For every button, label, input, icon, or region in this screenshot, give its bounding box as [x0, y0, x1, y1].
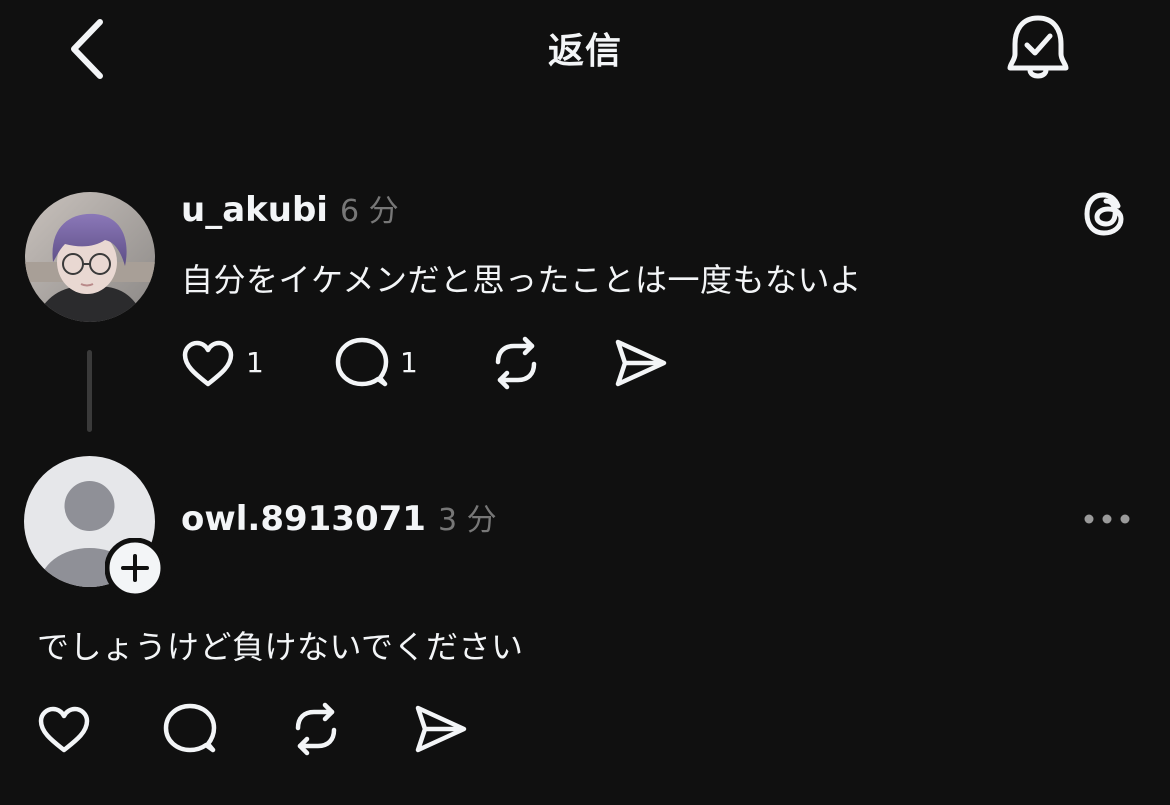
username[interactable]: u_akubi — [181, 190, 328, 230]
plus-icon — [104, 537, 166, 599]
like-button[interactable] — [180, 338, 236, 390]
repost-button[interactable] — [488, 336, 544, 390]
comment-button[interactable] — [162, 702, 218, 756]
timestamp: 3 分 — [437, 503, 497, 538]
heart-icon — [38, 706, 90, 753]
comment-button[interactable] — [334, 336, 390, 390]
send-icon — [415, 705, 467, 753]
post-text: 自分をイケメンだと思ったことは一度もないよ — [181, 261, 862, 299]
more-button[interactable] — [1080, 506, 1134, 532]
more-icon — [1084, 514, 1130, 524]
timestamp: 6 分 — [339, 194, 399, 229]
threads-logo-icon — [1084, 192, 1124, 236]
post-text: でしょうけど負けないでください — [37, 628, 524, 666]
share-button[interactable] — [612, 336, 668, 390]
threads-logo-button[interactable] — [1082, 189, 1132, 239]
comment-icon — [163, 703, 217, 753]
page-title: 返信 — [547, 31, 622, 72]
comment-icon — [335, 337, 389, 387]
heart-icon — [182, 340, 234, 387]
comment-count: 1 — [400, 346, 418, 379]
like-count: 1 — [246, 346, 264, 379]
post-header: u_akubi 6 分 — [181, 186, 399, 230]
send-icon — [615, 339, 667, 387]
like-button[interactable] — [36, 704, 92, 756]
follow-button[interactable] — [104, 537, 166, 599]
username[interactable]: owl.8913071 — [181, 499, 426, 539]
post-header: owl.8913071 3 分 — [181, 495, 497, 539]
repost-icon — [495, 336, 537, 390]
bell-check-icon — [1007, 15, 1069, 79]
repost-button[interactable] — [288, 702, 344, 756]
share-button[interactable] — [412, 702, 468, 756]
repost-icon — [295, 702, 337, 756]
profile-photo — [25, 192, 155, 322]
avatar-u-akubi[interactable] — [25, 192, 155, 322]
thread-connector — [87, 350, 92, 432]
notification-button[interactable] — [1000, 8, 1076, 86]
